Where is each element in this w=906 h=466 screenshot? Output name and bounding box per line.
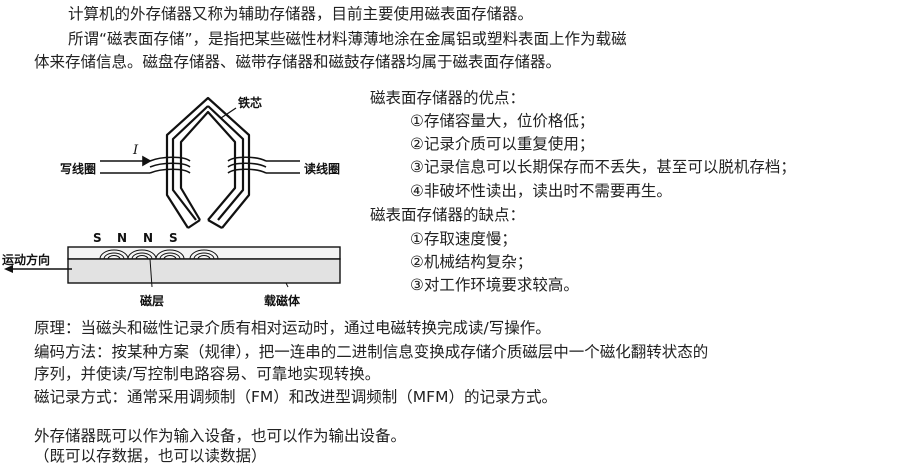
intro-line-1: 计算机的外存储器又称为辅助存储器，目前主要使用磁表面存储器。 (68, 5, 534, 23)
core-label: 铁芯 (238, 95, 262, 110)
write-coil (100, 155, 191, 174)
encoding-text-line-2: 序列，并使读/写控制电路容易、可靠地实现转换。 (34, 365, 381, 383)
advantage-item: ③记录信息可以长期保存而不丢失，甚至可以脱机存档； (410, 158, 796, 176)
read-coil (227, 156, 300, 174)
pole-4: S (169, 231, 178, 245)
advantage-item: ①存储容量大，位价格低； (410, 112, 595, 130)
disadvantage-item: ③对工作环境要求较高。 (410, 276, 579, 294)
encoding-text-line-1: 编码方法：按某种方案（规律），把一连串的二进制信息变换成存储介质磁层中一个磁化翻… (34, 343, 709, 361)
disadvantage-item: ①存取速度慢； (410, 230, 517, 248)
write-coil-label: 写线圈 (60, 161, 96, 176)
magnetic-carrier (67, 258, 341, 284)
advantage-item: ④非破坏性读出，读出时不需要再生。 (410, 182, 672, 200)
io-device-text: 外存储器既可以作为输入设备，也可以作为输出设备。 (34, 427, 407, 445)
read-coil-label: 读线圈 (304, 161, 340, 176)
intro-line-2: 所谓“磁表面存储”，是指把某些磁性材料薄薄地涂在金属铝或塑料表面上作为载磁 (68, 30, 627, 48)
advantages-heading: 磁表面存储器的优点： (370, 89, 526, 107)
advantage-item: ②记录介质可以重复使用； (410, 135, 595, 153)
principle-text: 原理：当磁头和磁性记录介质有相对运动时，通过电磁转换完成读/写操作。 (34, 319, 551, 337)
magnetic-head-diagram: 铁芯 I 写线圈 读线圈 S N N S 运动方向 磁层 载磁体 (2, 95, 341, 308)
motion-direction-label: 运动方向 (2, 252, 50, 267)
carrier-label: 载磁体 (264, 293, 301, 308)
disadvantage-item: ②机械结构复杂； (410, 253, 533, 271)
magnetic-layer (67, 246, 341, 260)
pole-3: N (143, 231, 153, 245)
disadvantages-heading: 磁表面存储器的缺点： (370, 206, 526, 224)
current-label: I (132, 143, 139, 158)
layer-label: 磁层 (139, 293, 164, 308)
pole-1: S (93, 231, 102, 245)
io-device-note: （既可以存数据，也可以读数据） (34, 447, 267, 465)
pole-2: N (117, 231, 127, 245)
recording-method-text: 磁记录方式：通常采用调频制（FM）和改进型调频制（MFM）的记录方式。 (34, 388, 557, 406)
intro-line-3: 体来存储信息。磁盘存储器、磁带存储器和磁鼓存储器均属于磁表面存储器。 (34, 53, 562, 71)
